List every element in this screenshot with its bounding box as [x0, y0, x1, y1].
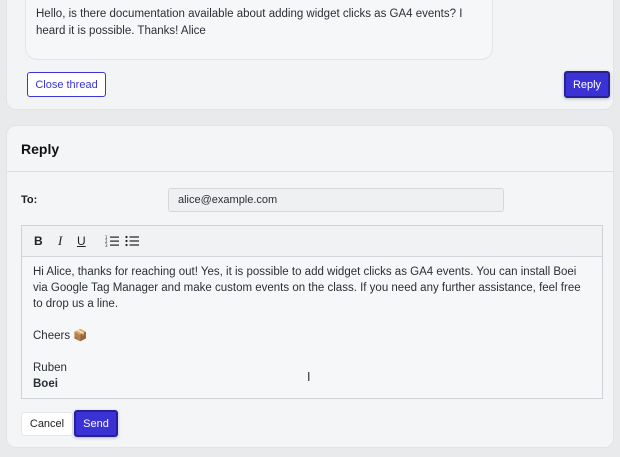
- bold-button[interactable]: B: [34, 234, 43, 248]
- text-cursor-icon: I: [307, 370, 311, 384]
- reply-editor[interactable]: B I U 1 2 3 Hi Alice, thanks for reachin…: [21, 225, 603, 399]
- signature-company: Boei: [33, 378, 58, 390]
- bullet-list-icon: [125, 235, 139, 247]
- editor-toolbar: B I U 1 2 3: [22, 226, 602, 257]
- reply-card: Reply To: alice@example.com B I U 1 2 3: [6, 125, 614, 448]
- message-text: Hello, is there documentation available …: [36, 8, 463, 37]
- bold-icon: B: [34, 234, 43, 248]
- bullet-list-button[interactable]: [124, 234, 140, 248]
- body-paragraph: Hi Alice, thanks for reaching out! Yes, …: [33, 266, 581, 310]
- editor-content[interactable]: Hi Alice, thanks for reaching out! Yes, …: [33, 264, 593, 392]
- ordered-list-button[interactable]: 1 2 3: [104, 234, 120, 248]
- sign-off: Cheers 📦: [33, 330, 88, 342]
- send-button[interactable]: Send: [74, 410, 118, 437]
- reply-button[interactable]: Reply: [564, 71, 610, 98]
- italic-button[interactable]: I: [58, 233, 63, 248]
- reply-title: Reply: [21, 141, 60, 157]
- to-field[interactable]: alice@example.com: [168, 188, 504, 212]
- svg-text:3: 3: [105, 243, 108, 247]
- reply-header: Reply: [7, 126, 613, 172]
- underline-button[interactable]: U: [77, 234, 86, 248]
- ordered-list-icon: 1 2 3: [105, 235, 119, 247]
- to-label: To:: [21, 194, 38, 206]
- italic-icon: I: [58, 233, 63, 248]
- close-thread-button[interactable]: Close thread: [27, 72, 106, 97]
- cancel-button[interactable]: Cancel: [21, 412, 73, 436]
- signature-name: Ruben: [33, 362, 67, 374]
- message-bubble: Hello, is there documentation available …: [25, 0, 493, 60]
- underline-icon: U: [77, 234, 86, 248]
- to-field-value: alice@example.com: [178, 194, 278, 206]
- thread-card: Hello, is there documentation available …: [6, 0, 614, 110]
